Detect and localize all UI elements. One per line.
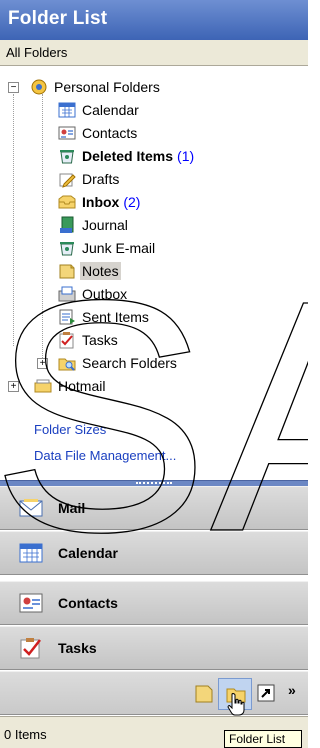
- tree-item-personal-folders[interactable]: Personal Folders: [30, 76, 162, 98]
- tree-item-contacts[interactable]: Contacts: [58, 122, 139, 144]
- calendar-icon: [58, 102, 76, 118]
- nav-contacts-label: Contacts: [58, 595, 118, 611]
- tree-line: [13, 94, 14, 346]
- sent-items-icon: [59, 309, 75, 325]
- tree-item-drafts[interactable]: Drafts: [58, 168, 121, 190]
- tree-item-label: Sent Items: [82, 309, 149, 325]
- splitter-grip: [136, 482, 172, 485]
- tree-item-label: Junk E-mail: [82, 240, 156, 256]
- tree-item-label: Inbox: [82, 194, 120, 210]
- shortcut-bar: »: [0, 671, 308, 716]
- configure-buttons-chevron-icon[interactable]: »: [288, 682, 296, 698]
- tree-item-label: Contacts: [82, 125, 138, 141]
- tree-item-label: Outbox: [82, 286, 128, 302]
- tooltip-text: Folder List: [229, 732, 286, 746]
- tasks-icon: [20, 638, 41, 659]
- search-folders-expander[interactable]: +: [37, 358, 48, 369]
- nav-mail-label: Mail: [58, 500, 86, 516]
- drafts-icon: [59, 173, 76, 188]
- tree-item-tasks[interactable]: Tasks: [58, 329, 120, 351]
- notes-icon[interactable]: [194, 684, 214, 704]
- junk-icon: [60, 242, 74, 256]
- folder-list-tooltip: Folder List: [224, 730, 302, 748]
- deleted-items-icon: [60, 150, 74, 164]
- tree-item-calendar[interactable]: Calendar: [58, 99, 141, 121]
- hand-cursor-icon: [227, 693, 245, 716]
- data-file-management-link[interactable]: Data File Management...: [34, 448, 176, 463]
- inbox-icon: [58, 195, 76, 209]
- tasks-icon: [59, 332, 74, 349]
- nav-calendar-button[interactable]: Calendar: [0, 531, 308, 575]
- tree-item-label: Calendar: [82, 102, 139, 118]
- personal-folders-expander[interactable]: −: [8, 82, 19, 93]
- mail-icon: [19, 499, 43, 517]
- tree-item-hotmail[interactable]: Hotmail: [34, 375, 107, 397]
- tree-item-label: Tasks: [82, 332, 118, 348]
- contacts-icon: [58, 126, 76, 140]
- unread-count: (1): [177, 148, 195, 164]
- unread-count: (2): [123, 194, 141, 210]
- tree-item-journal[interactable]: Journal: [58, 214, 130, 236]
- tree-item-label: Personal Folders: [54, 79, 160, 95]
- header-title: Folder List: [8, 8, 108, 29]
- tree-item-search-folders[interactable]: Search Folders: [58, 352, 179, 374]
- tree-item-label: Hotmail: [58, 378, 106, 394]
- calendar-icon: [19, 543, 43, 563]
- tree-item-junk-email[interactable]: Junk E-mail: [58, 237, 157, 259]
- folder-tree: − Personal Folders Calendar Contacts Del…: [0, 70, 308, 400]
- tree-line: [42, 94, 43, 358]
- all-folders-label: All Folders: [6, 45, 68, 60]
- tree-item-notes[interactable]: Notes: [58, 260, 121, 282]
- tree-item-deleted-items[interactable]: Deleted Items (1): [58, 145, 194, 167]
- nav-contacts-button[interactable]: Contacts: [0, 581, 308, 625]
- journal-icon: [60, 216, 74, 233]
- contacts-icon: [19, 593, 43, 613]
- all-folders-bar[interactable]: All Folders: [0, 40, 308, 66]
- tree-item-label: Journal: [82, 217, 128, 233]
- tree-item-inbox[interactable]: Inbox (2): [58, 191, 140, 213]
- folder-sizes-link[interactable]: Folder Sizes: [34, 422, 106, 437]
- nav-calendar-label: Calendar: [58, 545, 118, 561]
- tree-item-sent-items[interactable]: Sent Items: [58, 306, 151, 328]
- nav-mail-button[interactable]: Mail: [0, 486, 308, 530]
- nav-tasks-button[interactable]: Tasks: [0, 626, 308, 670]
- hotmail-expander[interactable]: +: [8, 381, 19, 392]
- tree-item-label: Drafts: [82, 171, 120, 187]
- hotmail-icon: [34, 379, 52, 393]
- nav-tasks-label: Tasks: [58, 640, 97, 656]
- outbox-icon: [58, 286, 76, 302]
- tree-item-label: Notes: [80, 262, 121, 280]
- shortcuts-icon[interactable]: [257, 684, 275, 702]
- folder-list-header: Folder List: [0, 0, 308, 40]
- tree-item-label: Deleted Items: [82, 148, 174, 164]
- notes-icon: [59, 264, 75, 279]
- search-folders-icon: [58, 358, 76, 371]
- personal-folders-icon: [31, 79, 47, 95]
- tree-item-label: Search Folders: [82, 355, 177, 371]
- tree-item-outbox[interactable]: Outbox: [58, 283, 129, 305]
- items-count: 0 Items: [4, 727, 47, 742]
